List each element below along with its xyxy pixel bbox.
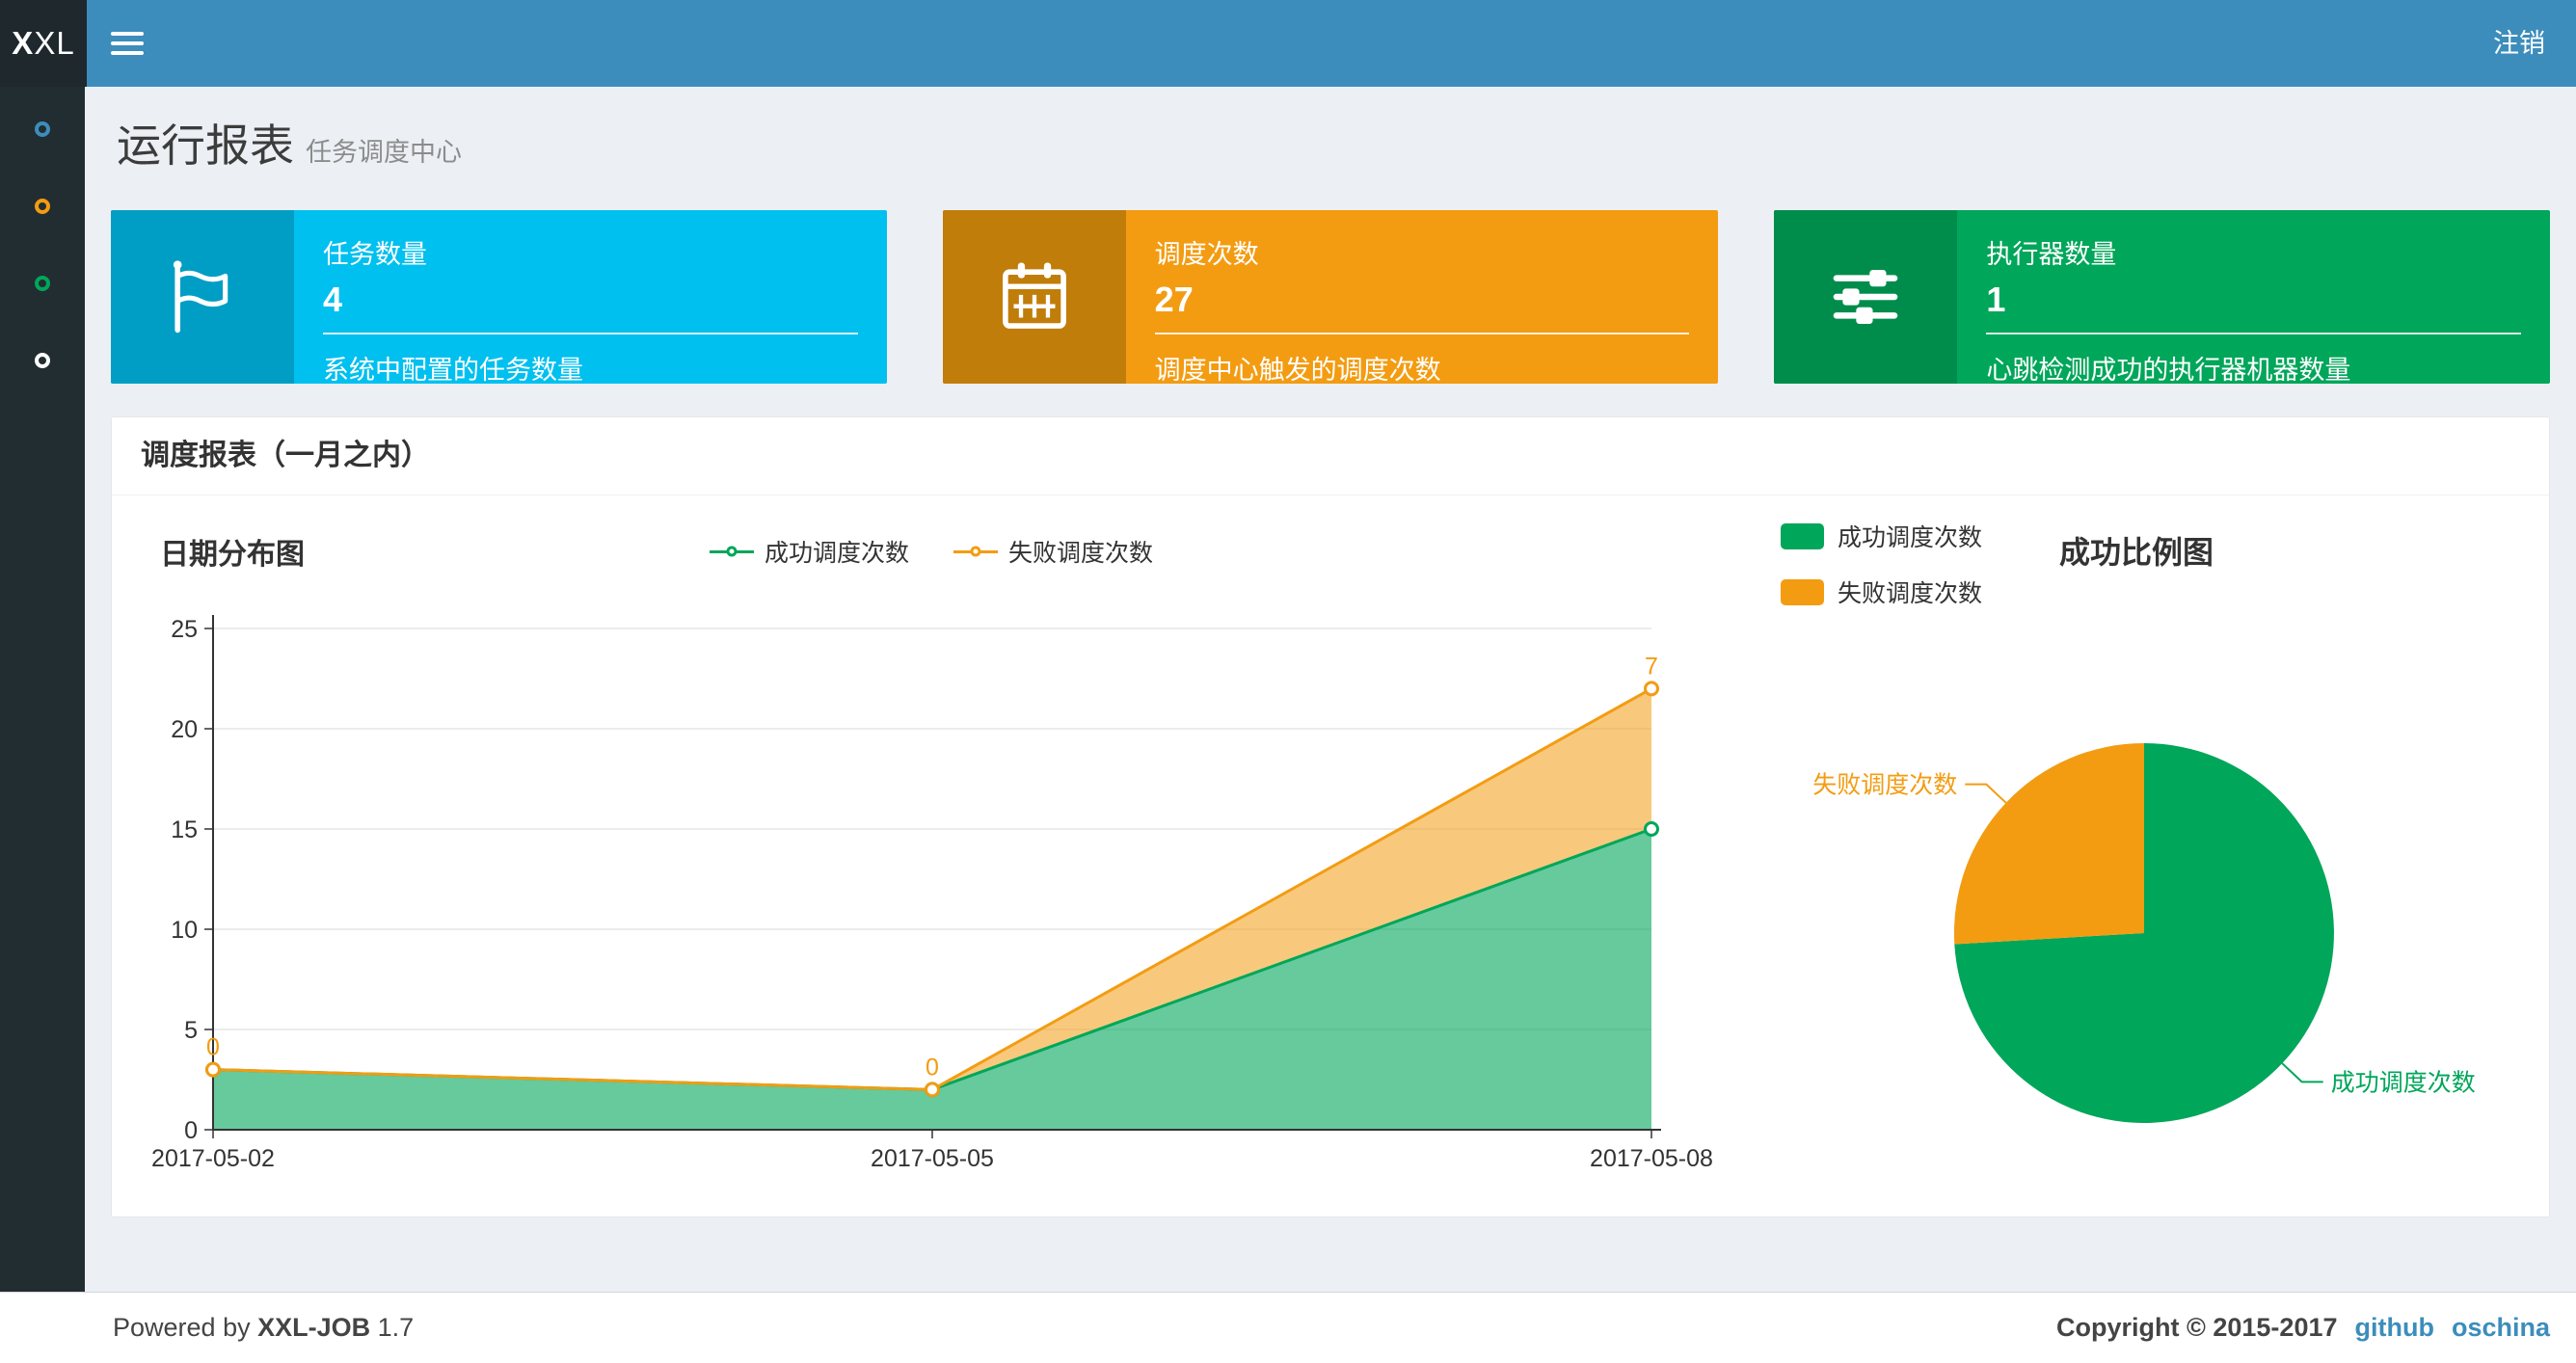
github-link[interactable]: github — [2355, 1313, 2434, 1343]
footer: Powered by XXL-JOB 1.7 Copyright © 2015-… — [0, 1292, 2576, 1363]
success-ratio-pie-chart: 成功调度次数 失败调度次数 — [1812, 743, 2476, 1123]
brand-version: 1.7 — [377, 1313, 415, 1342]
stats-row: 任务数量 4 系统中配置的任务数量 调度次数 27 调度中心触发的调度次数 执行… — [111, 210, 2551, 384]
data-point-marker — [1644, 681, 1659, 697]
panel-title: 调度报表（一月之内） — [112, 417, 2549, 495]
x-tick-label: 2017-05-08 — [1590, 1145, 1713, 1172]
info-box-title: 任务数量 — [323, 240, 427, 269]
app-logo-rest: XL — [34, 25, 75, 61]
page-title-text: 运行报表 — [117, 120, 294, 171]
y-tick-label: 0 — [184, 1117, 198, 1144]
info-box-triggers: 调度次数 27 调度中心触发的调度次数 — [942, 210, 1719, 384]
point-label: 0 — [206, 1034, 220, 1061]
sidebar-item-4[interactable] — [35, 353, 50, 368]
date-distribution-chart: 2017-05-02 2017-05-05 2017-05-080510152025… — [151, 615, 1713, 1172]
oschina-link[interactable]: oschina — [2452, 1313, 2550, 1343]
copyright-text: Copyright © 2015-2017 — [2055, 1313, 2338, 1342]
date-distribution-section: 日期分布图 成功调度次数 失败调度次数 2017-05-02 2017-05-05 2… — [131, 495, 1731, 1188]
info-box-value: 1 — [1986, 280, 2006, 319]
powered-by: Powered by XXL-JOB 1.7 — [113, 1313, 414, 1343]
success-ratio-section: 成功调度次数 失败调度次数 成功比例图 成功调度次数 失败调度次数 — [1731, 495, 2530, 1188]
legend-label: 成功调度次数 — [1838, 524, 1983, 551]
report-panel: 调度报表（一月之内） 日期分布图 成功调度次数 失败调度次数 2017-05-02… — [111, 416, 2550, 1217]
y-tick-label: 15 — [171, 816, 198, 843]
data-point-marker — [925, 1082, 940, 1098]
top-navbar: X XL 注销 — [0, 0, 2576, 87]
page-title: 运行报表 任务调度中心 — [117, 121, 2550, 177]
line-legend-item[interactable]: 失败调度次数 — [953, 534, 1153, 569]
info-box-jobs: 任务数量 4 系统中配置的任务数量 — [111, 210, 887, 384]
line-legend-item[interactable]: 成功调度次数 — [709, 534, 909, 569]
x-tick-label: 2017-05-02 — [151, 1145, 275, 1172]
info-box-title: 执行器数量 — [1986, 240, 2117, 269]
navbar: 注销 — [87, 0, 2576, 87]
hamburger-icon — [111, 32, 144, 55]
info-box-icon-area — [111, 210, 294, 384]
info-box-divider — [1986, 333, 2522, 334]
legend-swatch — [1781, 578, 1824, 605]
sidebar-item-2[interactable] — [35, 199, 50, 214]
sidebar-toggle-button[interactable] — [87, 0, 168, 87]
info-box-desc: 调度中心触发的调度次数 — [1154, 356, 1441, 384]
info-box-desc: 心跳检测成功的执行器机器数量 — [1986, 356, 2351, 384]
pie-chart-legend: 成功调度次数 失败调度次数 — [1781, 519, 1982, 609]
pie-label-line — [1965, 783, 2007, 804]
line-chart-title: 日期分布图 — [160, 539, 305, 571]
info-box-icon-area — [1774, 210, 1958, 384]
legend-label: 成功调度次数 — [764, 540, 909, 567]
sliders-icon — [1834, 270, 1898, 324]
data-point-marker — [205, 1061, 221, 1078]
sidebar-item-3[interactable] — [35, 276, 50, 291]
page-subtitle: 任务调度中心 — [306, 138, 462, 167]
legend-label: 失败调度次数 — [1838, 580, 1983, 607]
y-tick-label: 20 — [171, 716, 198, 743]
pie-slice[interactable] — [1953, 743, 2144, 945]
brand-name: XXL-JOB — [257, 1313, 371, 1342]
pie-chart-header: 成功调度次数 失败调度次数 成功比例图 — [1731, 519, 2530, 609]
legend-line-marker — [709, 546, 754, 557]
info-box-executors: 执行器数量 1 心跳检测成功的执行器机器数量 — [1774, 210, 2551, 384]
point-label: 7 — [1645, 653, 1658, 680]
flag-icon — [173, 260, 228, 334]
info-box-title: 调度次数 — [1154, 240, 1259, 269]
y-tick-label: 10 — [171, 917, 198, 944]
app-logo-bold: X — [12, 25, 35, 61]
pie-label: 成功调度次数 — [2331, 1069, 2476, 1096]
panel-body: 日期分布图 成功调度次数 失败调度次数 2017-05-02 2017-05-05 2… — [112, 495, 2549, 1216]
info-box-divider — [323, 333, 858, 334]
pie-legend-item[interactable]: 失败调度次数 — [1781, 575, 1982, 609]
info-box-value: 4 — [323, 280, 343, 319]
calendar-icon — [1002, 262, 1066, 329]
line-chart-header: 日期分布图 成功调度次数 失败调度次数 — [131, 524, 1731, 578]
legend-label: 失败调度次数 — [1008, 540, 1154, 567]
app-logo[interactable]: X XL — [0, 0, 87, 87]
sidebar-item-1[interactable] — [35, 121, 50, 137]
legend-line-marker — [953, 546, 998, 557]
y-tick-label: 25 — [171, 616, 198, 643]
pie-label: 失败调度次数 — [1812, 772, 1957, 799]
info-box-body: 执行器数量 1 心跳检测成功的执行器机器数量 — [1957, 210, 2550, 384]
legend-swatch — [1781, 522, 1824, 549]
info-box-icon-area — [942, 210, 1126, 384]
content-area: 运行报表 任务调度中心 任务数量 4 系统中配置的任务数量 调度次数 27 调度… — [85, 87, 2576, 1292]
pie-chart-title: 成功比例图 — [2059, 535, 2214, 570]
info-box-desc: 系统中配置的任务数量 — [323, 356, 583, 384]
x-tick-label: 2017-05-05 — [871, 1145, 994, 1172]
info-box-body: 调度次数 27 调度中心触发的调度次数 — [1126, 210, 1719, 384]
line-chart-legend: 成功调度次数 失败调度次数 — [709, 534, 1153, 569]
y-tick-label: 5 — [184, 1017, 198, 1044]
point-label: 0 — [926, 1054, 939, 1081]
data-point-marker — [1644, 821, 1659, 837]
info-box-divider — [1154, 333, 1690, 334]
pie-label-line — [2281, 1062, 2323, 1083]
main-row: 运行报表 任务调度中心 任务数量 4 系统中配置的任务数量 调度次数 27 调度… — [0, 87, 2576, 1292]
pie-legend-item[interactable]: 成功调度次数 — [1781, 519, 1982, 553]
info-box-body: 任务数量 4 系统中配置的任务数量 — [294, 210, 887, 384]
powered-prefix: Powered by — [113, 1313, 251, 1342]
info-box-value: 27 — [1154, 280, 1194, 319]
sidebar-menu — [0, 87, 85, 1292]
footer-right: Copyright © 2015-2017 github oschina — [2056, 1313, 2550, 1343]
logout-link[interactable]: 注销 — [2462, 0, 2576, 87]
